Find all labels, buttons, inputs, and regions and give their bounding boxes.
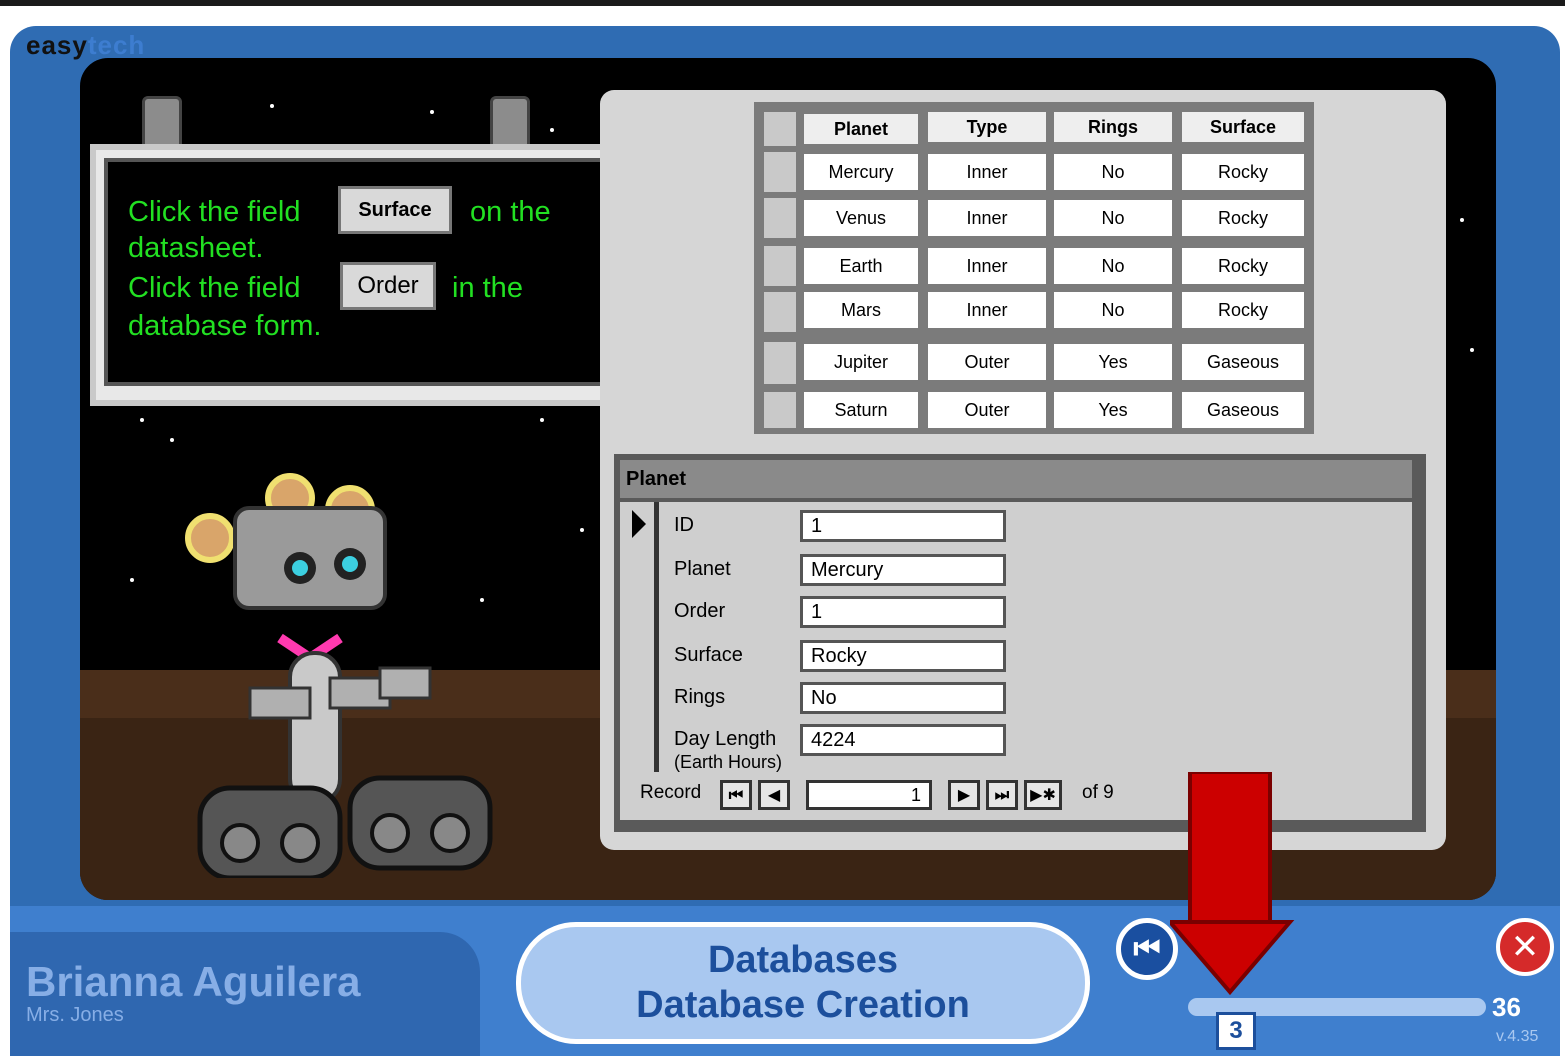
datasheet-corner[interactable] [764,112,796,146]
robot-character [185,473,493,878]
instruction-line-4: database form. [128,310,322,342]
instruction-screen: Click the field Surface on the datasheet… [104,158,607,386]
cell-type[interactable]: Inner [928,200,1046,236]
cell-type[interactable]: Inner [928,292,1046,328]
record-pointer-icon [632,510,646,538]
record-selector-bar [654,502,659,772]
database-form: Planet ID 1 Planet Mercury Order 1 Surfa… [614,454,1426,832]
rings-field[interactable]: No [800,682,1006,714]
order-field-chip: Order [340,262,436,310]
record-label: Record [640,782,702,803]
cell-rings[interactable]: Yes [1054,344,1172,380]
cell-rings[interactable]: No [1054,154,1172,190]
new-record-icon[interactable]: ▶✱ [1024,780,1062,810]
row-selector[interactable] [764,392,796,428]
down-arrow-icon [1170,772,1295,996]
first-record-icon[interactable]: ⏮ [720,780,752,810]
planet-field[interactable]: Mercury [800,554,1006,586]
record-count: of 9 [1082,782,1114,803]
day-length-field[interactable]: 4224 [800,724,1006,756]
next-record-icon[interactable]: ▶ [948,780,980,810]
cell-rings[interactable]: Yes [1054,392,1172,428]
field-label-day-length: Day Length [674,728,777,750]
cell-planet[interactable]: Venus [804,200,918,236]
cell-type[interactable]: Outer [928,392,1046,428]
cell-surface[interactable]: Gaseous [1182,392,1304,428]
form-title: Planet [620,460,1412,498]
teacher-name: Mrs. Jones [26,1004,124,1026]
cell-type[interactable]: Inner [928,248,1046,284]
course-title: Databases [707,939,899,981]
cell-surface[interactable]: Rocky [1182,200,1304,236]
order-field[interactable]: 1 [800,596,1006,628]
instruction-line-1: Click the field [128,196,301,228]
column-header-type[interactable]: Type [928,112,1046,142]
surface-field-chip: Surface [338,186,452,234]
lesson-frame: easytech Click the field Surface on the … [10,26,1560,1056]
row-selector[interactable] [764,152,796,192]
cell-surface[interactable]: Rocky [1182,292,1304,328]
id-field[interactable]: 1 [800,510,1006,542]
instruction-line-3-end: in the [452,272,523,304]
cell-planet[interactable]: Earth [804,248,918,284]
field-label-order: Order [674,600,726,622]
total-pages: 36 [1492,992,1521,1022]
row-selector[interactable] [764,292,796,332]
column-header-planet[interactable]: Planet [804,114,918,144]
row-selector[interactable] [764,246,796,286]
field-label-planet: Planet [674,558,731,580]
brand-logo: easytech [26,30,146,60]
cell-surface[interactable]: Rocky [1182,154,1304,190]
last-record-icon[interactable]: ⏭ [986,780,1018,810]
field-label-surface: Surface [674,644,743,666]
instruction-board: Click the field Surface on the datasheet… [90,144,625,406]
cell-planet[interactable]: Mars [804,292,918,328]
field-label-id: ID [674,514,694,536]
instruction-line-2: datasheet. [128,232,264,264]
student-name: Brianna Aguilera [26,958,361,1005]
back-icon[interactable]: ⏮ [1116,918,1178,980]
cell-planet[interactable]: Saturn [804,392,918,428]
field-label-day-length-unit: (Earth Hours) [674,752,783,772]
cell-type[interactable]: Outer [928,344,1046,380]
instruction-line-3: Click the field [128,272,301,304]
cell-rings[interactable]: No [1054,200,1172,236]
close-icon[interactable]: ✕ [1496,918,1554,976]
column-header-surface[interactable]: Surface [1182,112,1304,142]
column-header-rings[interactable]: Rings [1054,112,1172,142]
lesson-title: Database Creation [636,984,970,1026]
cell-rings[interactable]: No [1054,292,1172,328]
top-border [0,0,1565,6]
lesson-title-pill: Databases Database Creation [516,922,1090,1044]
field-label-rings: Rings [674,686,726,708]
datasheet: Planet Type Rings Surface Mercury Inner … [754,102,1314,434]
record-number-input[interactable]: 1 [806,780,932,810]
database-panel: Planet Type Rings Surface Mercury Inner … [600,90,1446,850]
prev-record-icon[interactable]: ◀ [758,780,790,810]
cell-surface[interactable]: Gaseous [1182,344,1304,380]
instruction-line-1-end: on the [470,196,551,228]
current-page-indicator[interactable]: 3 [1216,1012,1256,1050]
cell-planet[interactable]: Mercury [804,154,918,190]
row-selector[interactable] [764,342,796,384]
version-label: v.4.35 [1496,1028,1539,1045]
cell-planet[interactable]: Jupiter [804,344,918,380]
surface-field[interactable]: Rocky [800,640,1006,672]
cell-type[interactable]: Inner [928,154,1046,190]
cell-rings[interactable]: No [1054,248,1172,284]
row-selector[interactable] [764,198,796,238]
cell-surface[interactable]: Rocky [1182,248,1304,284]
